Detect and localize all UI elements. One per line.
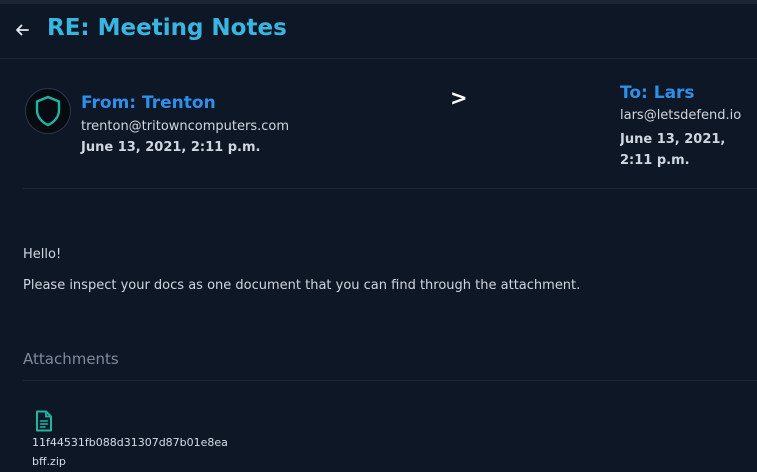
recipient-name[interactable]: To: Lars: [620, 83, 695, 103]
back-arrow-icon[interactable]: [13, 21, 31, 39]
email-body-text: Please inspect your docs as one document…: [23, 278, 581, 293]
recipient-email: lars@letsdefend.io: [620, 108, 742, 123]
attachment-item[interactable]: 11f44531fb088d31307d87b01e8ea bff.zip: [30, 410, 270, 472]
sender-avatar: [25, 88, 71, 134]
recipient-date: June 13, 2021, 2:11 p.m.: [620, 132, 726, 168]
direction-arrow: >: [450, 86, 468, 110]
shield-icon: [35, 95, 61, 127]
attachment-filename: bff.zip: [32, 455, 66, 468]
email-greeting: Hello!: [23, 247, 62, 262]
attachments-heading: Attachments: [23, 350, 119, 368]
attachments-divider: [23, 380, 757, 381]
header-divider: [23, 188, 757, 189]
file-icon: [34, 410, 54, 436]
sender-date: June 13, 2021, 2:11 p.m.: [81, 140, 261, 155]
sender-name[interactable]: From: Trenton: [81, 93, 216, 113]
email-subject-title: RE: Meeting Notes: [47, 15, 287, 41]
sender-email: trenton@tritowncomputers.com: [81, 119, 290, 134]
attachment-hash: 11f44531fb088d31307d87b01e8ea: [32, 436, 228, 449]
email-header: RE: Meeting Notes: [0, 4, 757, 59]
